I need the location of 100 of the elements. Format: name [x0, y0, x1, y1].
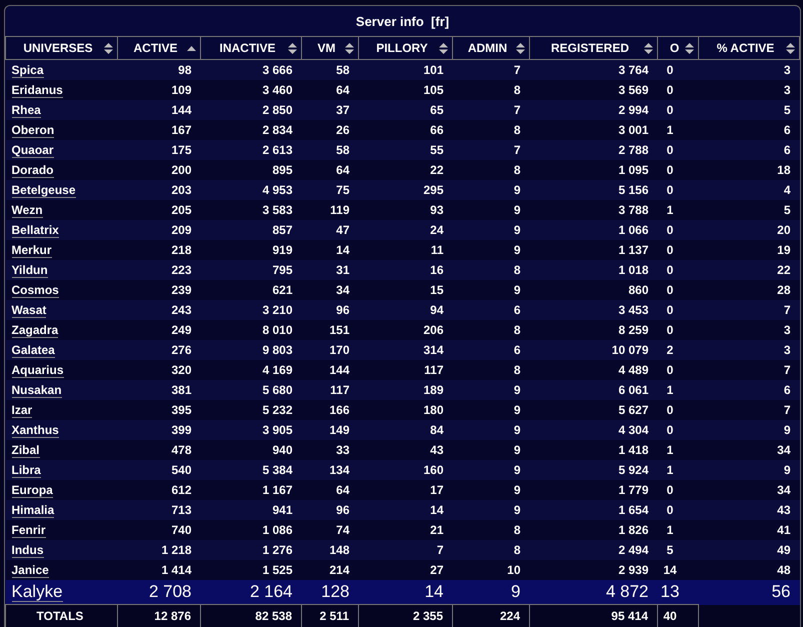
universe-link[interactable]: Spica — [12, 63, 44, 78]
table-cell: 276 — [118, 340, 200, 360]
table-cell: 540 — [118, 460, 200, 480]
universe-link[interactable]: Dorado — [12, 163, 54, 178]
table-cell: 93 — [358, 200, 452, 220]
table-cell: 7 — [698, 300, 800, 320]
universe-link[interactable]: Zagadra — [12, 323, 58, 338]
table-cell: 5 — [698, 200, 800, 220]
table-cell: 8 — [452, 120, 530, 140]
table-cell: 134 — [302, 460, 358, 480]
universe-link[interactable]: Libra — [12, 463, 41, 478]
column-header[interactable]: REGISTERED — [530, 37, 658, 60]
table-cell: 13 — [658, 580, 698, 604]
column-header[interactable]: PILLORY — [358, 37, 452, 60]
table-cell: 21 — [358, 520, 452, 540]
universe-link[interactable]: Bellatrix — [12, 223, 59, 238]
total-cell: 95 414 — [530, 604, 658, 627]
table-cell: 3 788 — [530, 200, 658, 220]
universe-link[interactable]: Quaoar — [12, 143, 54, 158]
table-cell: 1 218 — [118, 540, 200, 560]
table-cell: 9 — [452, 580, 530, 604]
table-cell: 0 — [658, 140, 698, 160]
universe-link[interactable]: Aquarius — [12, 363, 64, 378]
total-cell: 82 538 — [200, 604, 302, 627]
table-cell: 795 — [200, 260, 302, 280]
universe-link[interactable]: Betelgeuse — [12, 183, 76, 198]
table-cell: 1 276 — [200, 540, 302, 560]
column-header[interactable]: ACTIVE — [118, 37, 200, 60]
table-cell: 5 — [658, 540, 698, 560]
table-cell: 98 — [118, 60, 200, 80]
table-cell: 149 — [302, 420, 358, 440]
table-cell: 64 — [302, 80, 358, 100]
table-cell: 189 — [358, 380, 452, 400]
universe-link[interactable]: Rhea — [12, 103, 41, 118]
universe-link[interactable]: Nusakan — [12, 383, 62, 398]
table-cell: 5 — [698, 100, 800, 120]
table-cell: 206 — [358, 320, 452, 340]
table-cell: 320 — [118, 360, 200, 380]
universe-link[interactable]: Eridanus — [12, 83, 63, 98]
table-cell: 9 — [452, 500, 530, 520]
table-cell: 3 453 — [530, 300, 658, 320]
table-cell: 239 — [118, 280, 200, 300]
table-cell: 243 — [118, 300, 200, 320]
table-cell: 20 — [698, 220, 800, 240]
column-header[interactable]: ADMIN — [452, 37, 530, 60]
universe-link[interactable]: Fenrir — [12, 523, 46, 538]
universe-link[interactable]: Janice — [12, 563, 49, 578]
table-cell: 3 — [698, 340, 800, 360]
table-cell: 84 — [358, 420, 452, 440]
column-header[interactable]: VM — [302, 37, 358, 60]
column-header[interactable]: INACTIVE — [200, 37, 302, 60]
table-cell: 9 — [698, 460, 800, 480]
universe-link[interactable]: Wasat — [12, 303, 46, 318]
table-cell: 7 — [698, 360, 800, 380]
universe-link[interactable]: Indus — [12, 543, 44, 558]
table-cell: 27 — [358, 560, 452, 580]
table-cell: 0 — [658, 300, 698, 320]
table-cell: 6 — [452, 300, 530, 320]
table-cell: 4 304 — [530, 420, 658, 440]
table-cell: 14 — [358, 500, 452, 520]
column-header[interactable]: UNIVERSES — [6, 37, 118, 60]
table-cell: 9 — [452, 240, 530, 260]
universe-link[interactable]: Galatea — [12, 343, 55, 358]
table-cell: 3 — [698, 320, 800, 340]
table-cell: 2 850 — [200, 100, 302, 120]
universe-link[interactable]: Yildun — [12, 263, 48, 278]
universe-link[interactable]: Xanthus — [12, 423, 59, 438]
table-cell: 0 — [658, 260, 698, 280]
table-cell: 3 — [698, 80, 800, 100]
table-cell: 249 — [118, 320, 200, 340]
table-cell: 119 — [302, 200, 358, 220]
table-cell: 395 — [118, 400, 200, 420]
table-cell: 1 418 — [530, 440, 658, 460]
universe-link[interactable]: Wezn — [12, 203, 43, 218]
table-cell: 33 — [302, 440, 358, 460]
universe-link[interactable]: Oberon — [12, 123, 54, 138]
universe-link[interactable]: Himalia — [12, 503, 54, 518]
table-cell: 1 086 — [200, 520, 302, 540]
universe-link[interactable]: Izar — [12, 403, 32, 418]
universe-link[interactable]: Europa — [12, 483, 53, 498]
table-cell: 5 680 — [200, 380, 302, 400]
column-header[interactable]: O — [658, 37, 698, 60]
table-cell: 22 — [358, 160, 452, 180]
table-cell: 14 — [658, 560, 698, 580]
table-cell: 58 — [302, 140, 358, 160]
universe-link[interactable]: Cosmos — [12, 283, 59, 298]
table-cell: 0 — [658, 100, 698, 120]
table-cell: 66 — [358, 120, 452, 140]
table-cell: 18 — [698, 160, 800, 180]
table-cell: 4 872 — [530, 580, 658, 604]
column-header[interactable]: % ACTIVE — [698, 37, 800, 60]
table-cell: 9 — [698, 420, 800, 440]
universe-link[interactable]: Zibal — [12, 443, 40, 458]
universe-link[interactable]: Kalyke — [12, 582, 63, 602]
universe-link[interactable]: Merkur — [12, 243, 52, 258]
table-cell: 7 — [452, 60, 530, 80]
table-cell: 22 — [698, 260, 800, 280]
table-cell: 56 — [698, 580, 800, 604]
table-cell: 940 — [200, 440, 302, 460]
table-cell: 5 232 — [200, 400, 302, 420]
